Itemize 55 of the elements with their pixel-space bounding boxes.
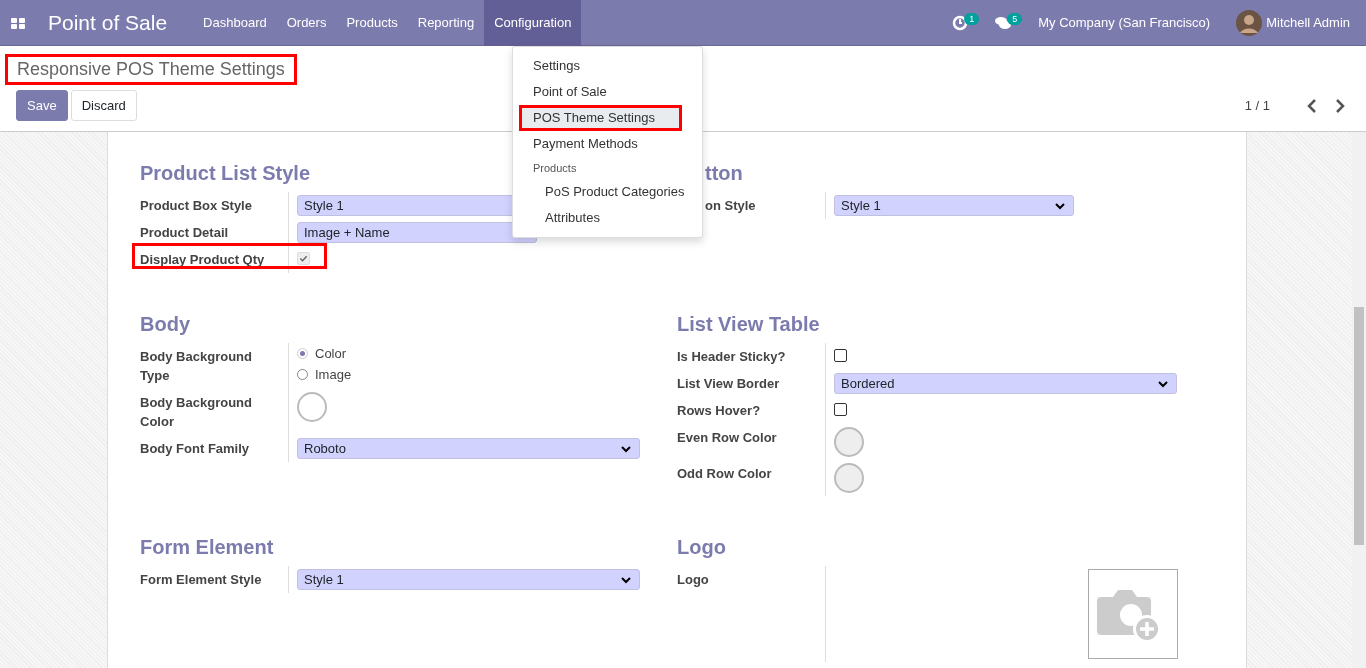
section-title: List View Table [677, 313, 820, 337]
field-label: Body Background Color [140, 389, 289, 435]
clock-icon[interactable] [952, 14, 969, 31]
color-swatch[interactable] [834, 463, 864, 493]
field-label: Logo [677, 566, 826, 662]
field-label: List View Border [677, 370, 826, 397]
field-label: Rows Hover? [677, 397, 826, 424]
field-label: Is Header Sticky? [677, 343, 826, 370]
scrollbar[interactable] [1352, 132, 1366, 668]
select-field[interactable]: Style 1 [297, 569, 640, 590]
page-title: Responsive POS Theme Settings [5, 54, 297, 85]
menu-item[interactable]: Reporting [407, 0, 485, 46]
select-field[interactable]: Style 1 [834, 195, 1074, 216]
section-title: tton [704, 162, 743, 186]
avatar-icon[interactable] [1236, 9, 1263, 36]
menu-item[interactable]: Products [336, 0, 408, 46]
field-label: Body Font Family [140, 435, 289, 462]
company-switcher[interactable]: My Company (San Francisco) [1038, 15, 1211, 30]
menu-item[interactable]: Payment Methods [513, 131, 702, 157]
field-label: Body Background Type [140, 343, 289, 389]
menu-item[interactable]: Configuration [484, 0, 582, 46]
field-label: Odd Row Color [677, 460, 826, 496]
pager-counter: 1 / 1 [1244, 98, 1270, 113]
select-field[interactable]: Roboto [297, 438, 640, 459]
field-label: Form Element Style [140, 566, 289, 593]
menu-item[interactable]: POS Theme Settings [519, 105, 682, 131]
section-title: Form Element [140, 536, 274, 560]
select-field[interactable]: Bordered [834, 373, 1177, 394]
checkbox[interactable] [834, 403, 847, 416]
color-swatch[interactable] [297, 392, 327, 422]
menu-item[interactable]: Settings [513, 53, 702, 79]
section-title: Logo [677, 536, 726, 560]
image-upload[interactable] [1088, 569, 1178, 659]
menu-item[interactable]: Orders [276, 0, 337, 46]
user-name[interactable]: Mitchell Admin [1266, 15, 1350, 30]
checkbox[interactable] [834, 349, 847, 362]
save-button[interactable]: Save [16, 90, 68, 121]
radio-label: Image [315, 367, 352, 382]
scroll-thumb[interactable] [1354, 307, 1364, 545]
count-badge: 5 [1007, 12, 1023, 25]
field-label: Product Detail [140, 219, 289, 246]
app-title[interactable]: Point of Sale [48, 10, 168, 35]
discard-button[interactable]: Discard [70, 90, 137, 121]
count-badge: 1 [964, 12, 980, 25]
menu-section-header: Products [532, 161, 578, 176]
select-field[interactable]: Image + Name [297, 222, 537, 243]
check-icon [299, 254, 308, 263]
section-title: Body [140, 313, 190, 337]
field-label: Even Row Color [677, 424, 826, 460]
section-title: Product List Style [140, 162, 311, 186]
field-label: Product Box Style [140, 192, 289, 219]
color-swatch[interactable] [834, 427, 864, 457]
menu-item[interactable]: Dashboard [193, 0, 277, 46]
radio-label: Color [315, 346, 347, 361]
menu-item[interactable]: Point of Sale [513, 79, 702, 105]
